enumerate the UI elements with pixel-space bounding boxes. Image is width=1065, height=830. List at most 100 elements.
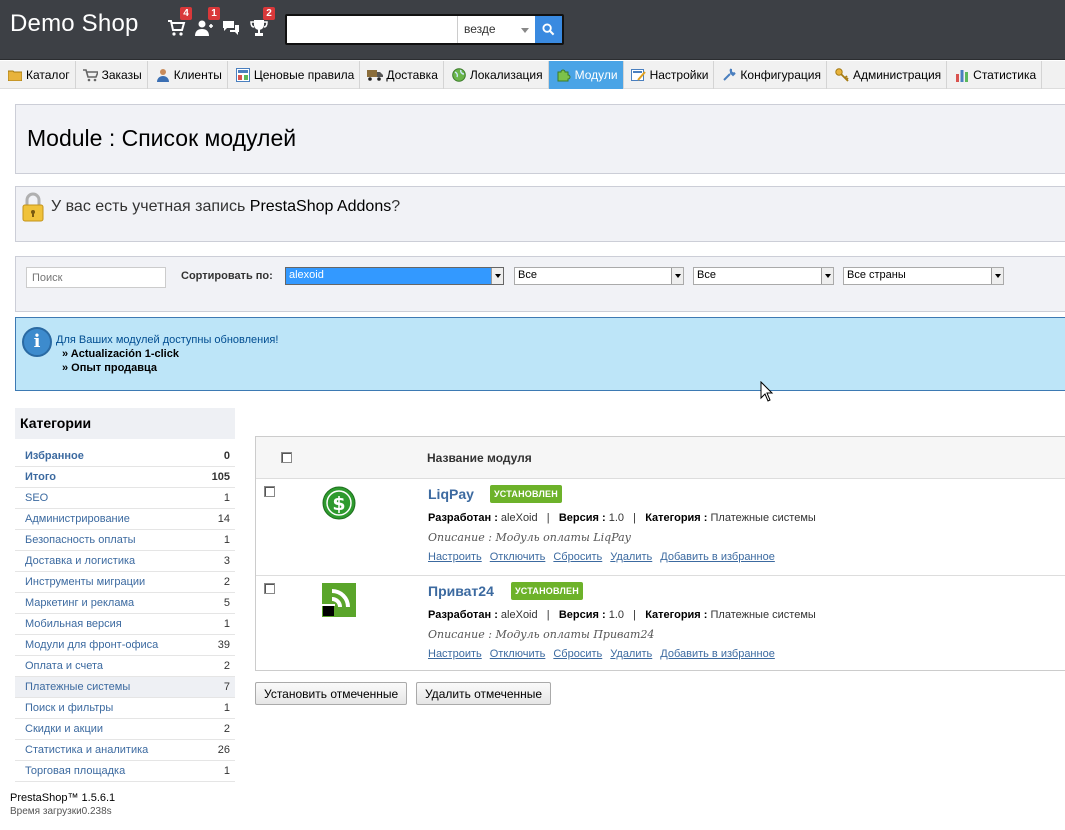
category-item-selected[interactable]: Платежные системы 7 xyxy=(15,677,235,698)
module-name[interactable]: LiqPay xyxy=(428,486,474,502)
author-select[interactable]: alexoid xyxy=(285,267,504,285)
category-item[interactable]: Торговая площадка 1 xyxy=(15,761,235,782)
top-bar: Demo Shop 4 1 2 везде xyxy=(0,0,1065,60)
addons-link[interactable]: PrestaShop Addons xyxy=(250,198,391,215)
lock-icon xyxy=(22,192,44,225)
search-scope-select[interactable]: везде xyxy=(457,16,535,43)
puzzle-icon xyxy=(556,68,572,82)
tab-localization[interactable]: Локализация xyxy=(444,61,549,89)
type-select[interactable]: Все xyxy=(693,267,834,285)
messages-icon xyxy=(223,21,239,35)
cart-icon xyxy=(168,20,186,36)
category-label: Инструменты миграции xyxy=(25,576,146,588)
tab-price-rules[interactable]: Ценовые правила xyxy=(228,61,361,89)
country-select[interactable]: Все страны xyxy=(843,267,1004,285)
module-name-header: Название модуля xyxy=(427,451,532,465)
category-label: Категория : xyxy=(645,609,708,621)
search-icon xyxy=(542,23,555,36)
disable-link[interactable]: Отключить xyxy=(490,551,546,563)
module-actions: Настроить Отключить Сбросить Удалить Доб… xyxy=(428,648,775,660)
uninstall-link[interactable]: Удалить xyxy=(610,648,652,660)
module-name[interactable]: Приват24 xyxy=(428,583,494,599)
category-item[interactable]: Инструменты миграции 2 xyxy=(15,572,235,593)
category-count: 7 xyxy=(223,681,230,693)
category-label: Платежные системы xyxy=(25,681,131,693)
add-favorite-link[interactable]: Добавить в избранное xyxy=(660,648,775,660)
main-nav: Каталог Заказы Клиенты Ценовые правила Д… xyxy=(0,61,1065,89)
user-icon xyxy=(155,68,171,82)
installed-badge: УСТАНОВЛЕН xyxy=(490,485,562,503)
category-item[interactable]: Мобильная версия 1 xyxy=(15,614,235,635)
chevron-down-icon xyxy=(491,268,503,284)
module-checkbox[interactable] xyxy=(264,486,275,497)
reset-link[interactable]: Сбросить xyxy=(553,648,602,660)
search-button[interactable] xyxy=(535,16,562,43)
search-scope-value: везде xyxy=(464,22,496,36)
key-icon xyxy=(834,68,850,82)
filter-bar: Сортировать по: alexoid Все Все Все стра… xyxy=(15,256,1065,312)
tab-label: Клиенты xyxy=(173,68,222,82)
category-item[interactable]: Поиск и фильтры 1 xyxy=(15,698,235,719)
category-label: SEO xyxy=(25,492,49,504)
category-item[interactable]: Администрирование 14 xyxy=(15,509,235,530)
disable-link[interactable]: Отключить xyxy=(490,648,546,660)
category-item[interactable]: Безопасность оплаты 1 xyxy=(15,530,235,551)
category-count: 105 xyxy=(211,471,230,483)
trophy-notification[interactable]: 2 xyxy=(245,7,275,42)
modules-table: Название модуля $ LiqPay УСТАНОВЛЕН Разр… xyxy=(255,436,1065,671)
category-item[interactable]: SEO 1 xyxy=(15,488,235,509)
tab-shipping[interactable]: Доставка xyxy=(360,61,444,89)
category-label: Маркетинг и реклама xyxy=(25,597,135,609)
categories-list: Избранное 0 Итого 105 SEO 1 Администрирован… xyxy=(15,446,235,782)
tab-configuration[interactable]: Конфигурация xyxy=(714,61,827,89)
table-header: Название модуля xyxy=(256,437,1065,479)
category-label: Администрирование xyxy=(25,513,130,525)
category-item[interactable]: Маркетинг и реклама 5 xyxy=(15,593,235,614)
shop-logo[interactable]: Demo Shop xyxy=(10,10,139,38)
tab-orders[interactable]: Заказы xyxy=(76,61,148,89)
category-item[interactable]: Скидки и акции 2 xyxy=(15,719,235,740)
category-value: Платежные системы xyxy=(710,609,816,621)
tab-settings[interactable]: Настройки xyxy=(624,61,715,89)
updates-info-box: i Для Ваших модулей доступны обновления!… xyxy=(15,317,1065,391)
module-checkbox[interactable] xyxy=(264,583,275,594)
delete-selected-button[interactable]: Удалить отмеченные xyxy=(416,682,552,705)
category-item[interactable]: Модули для фронт-офиса 39 xyxy=(15,635,235,656)
uninstall-link[interactable]: Удалить xyxy=(610,551,652,563)
category-label: Статистика и аналитика xyxy=(25,744,149,756)
tab-administration[interactable]: Администрация xyxy=(827,61,948,89)
configure-link[interactable]: Настроить xyxy=(428,648,482,660)
header-search-input[interactable] xyxy=(287,16,457,43)
category-item[interactable]: Оплата и счета 2 xyxy=(15,656,235,677)
module-description: Описание : Модуль оплаты LiqPay xyxy=(428,531,631,544)
version-label: Версия : xyxy=(558,512,606,524)
tab-catalog[interactable]: Каталог xyxy=(0,61,76,89)
privat24-logo-icon xyxy=(322,583,358,619)
category-item[interactable]: Итого 105 xyxy=(15,467,235,488)
status-select[interactable]: Все xyxy=(514,267,684,285)
category-item[interactable]: Статистика и аналитика 26 xyxy=(15,740,235,761)
category-count: 0 xyxy=(223,450,230,462)
category-item[interactable]: Избранное 0 xyxy=(15,446,235,467)
tab-modules[interactable]: Модули xyxy=(548,61,624,89)
tab-label: Модули xyxy=(574,68,618,82)
install-selected-button[interactable]: Установить отмеченные xyxy=(255,682,408,705)
tab-customers[interactable]: Клиенты xyxy=(148,61,228,89)
truck-icon xyxy=(367,68,384,82)
select-all-checkbox[interactable] xyxy=(281,452,292,463)
category-item[interactable]: Доставка и логистика 3 xyxy=(15,551,235,572)
orders-notification[interactable]: 4 xyxy=(162,7,192,42)
chevron-down-icon xyxy=(521,28,529,33)
add-favorite-link[interactable]: Добавить в избранное xyxy=(660,551,775,563)
sort-label: Сортировать по: xyxy=(181,270,273,282)
update-item[interactable]: » Actualización 1-click xyxy=(62,348,179,360)
tab-statistics[interactable]: Статистика xyxy=(947,61,1043,89)
tab-label: Заказы xyxy=(101,68,142,82)
module-search-input[interactable] xyxy=(26,267,166,288)
customers-notification[interactable]: 1 xyxy=(190,7,220,42)
configure-link[interactable]: Настроить xyxy=(428,551,482,563)
messages-notification[interactable] xyxy=(217,14,245,42)
update-item[interactable]: » Опыт продавца xyxy=(62,362,157,374)
trophy-icon xyxy=(250,20,268,36)
reset-link[interactable]: Сбросить xyxy=(553,551,602,563)
